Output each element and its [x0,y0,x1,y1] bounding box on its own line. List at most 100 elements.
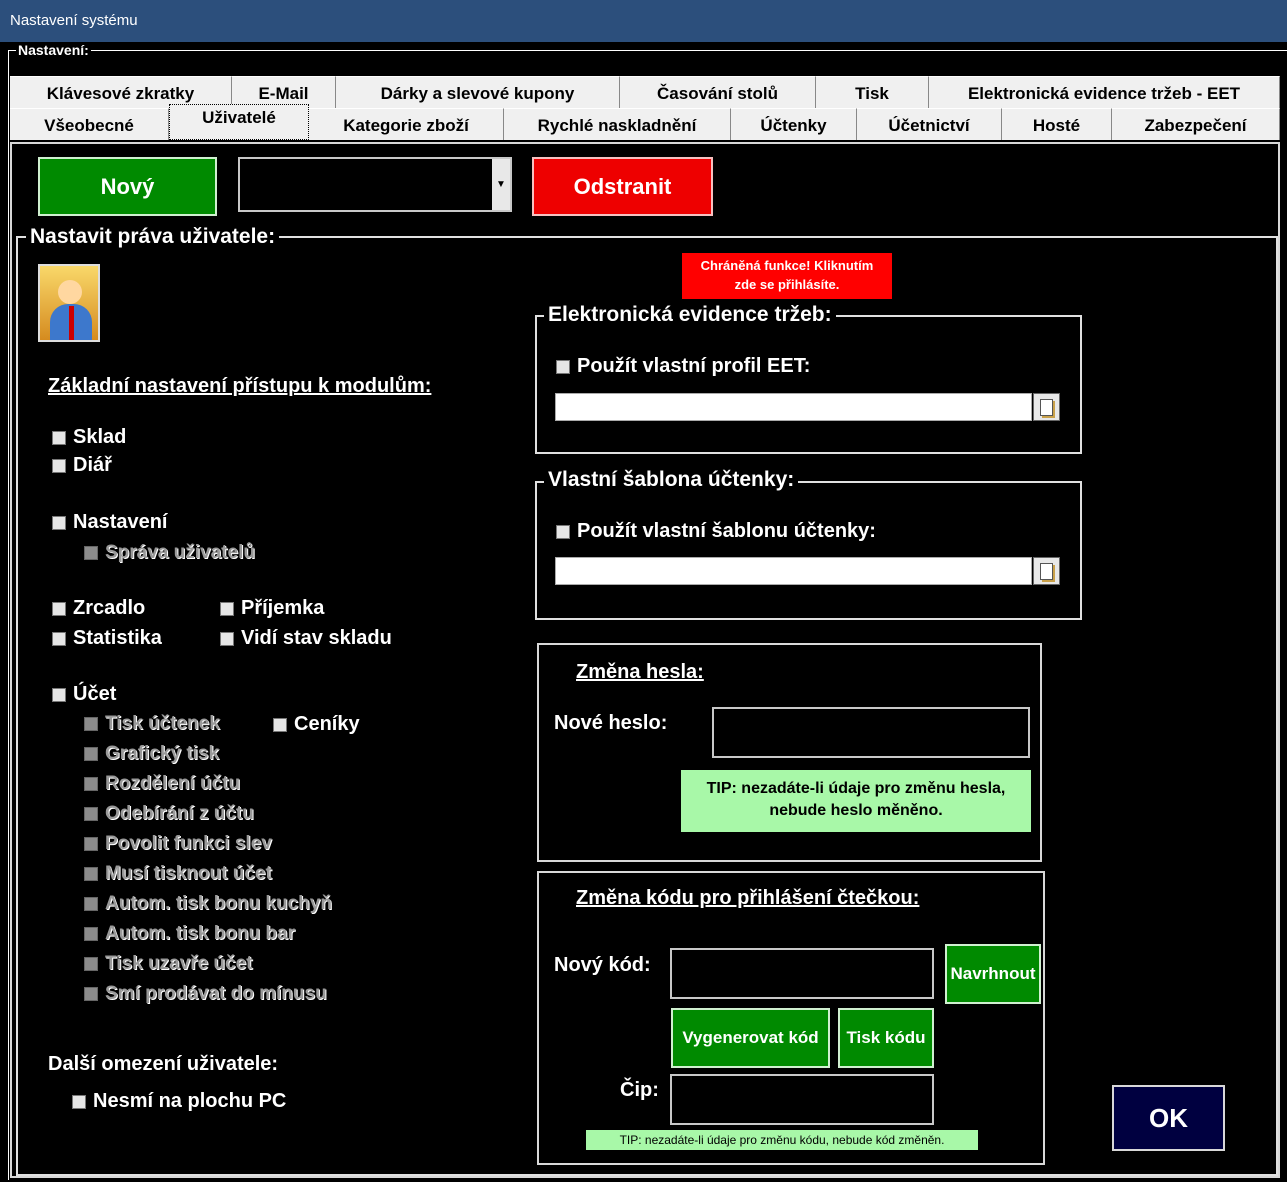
checkbox-sklad[interactable]: Sklad [52,426,126,449]
checkbox-box[interactable] [84,867,98,881]
checkbox-prijemka[interactable]: Příjemka [220,597,324,620]
checkbox-box[interactable] [52,631,66,646]
tab-receipts[interactable]: Účtenky [731,108,857,140]
checkbox-nastaveni[interactable]: Nastavení [52,511,168,534]
tab-eet[interactable]: Elektronická evidence tržeb - EET [929,76,1280,108]
new-user-button[interactable]: Nový [38,157,217,216]
checkbox-label: Správa uživatelů [105,542,255,563]
checkbox-box[interactable] [72,1094,86,1109]
checkbox-box[interactable] [84,777,98,791]
checkbox-label: Použít vlastní šablonu účtenky: [577,520,876,542]
checkbox-musi-tisknout-ucet[interactable]: Musí tisknout účet [84,863,272,885]
checkbox-box[interactable] [84,807,98,821]
tab-guests[interactable]: Hosté [1002,108,1112,140]
checkbox-diar[interactable]: Diář [52,454,112,477]
browse-folder-icon[interactable] [1033,393,1060,421]
checkbox-smi-prodavat-do-minusu[interactable]: Smí prodávat do mínusu [84,983,327,1005]
window-title: Nastavení systému [0,0,1287,42]
checkbox-odebirani-z-uctu[interactable]: Odebírání z účtu [84,803,254,825]
tab-accounting[interactable]: Účetnictví [857,108,1002,140]
user-rights-legend: Nastavit práva uživatele: [26,225,280,249]
checkbox-ceniky[interactable]: Ceníky [273,713,360,736]
checkbox-label: Tisk uzavře účet [105,953,253,974]
checkbox-label: Vidí stav skladu [241,627,392,649]
ok-button[interactable]: OK [1112,1085,1225,1151]
new-code-input[interactable] [670,948,934,999]
checkbox-receipt-template[interactable]: Použít vlastní šablonu účtenky: [556,520,876,543]
protected-function-notice[interactable]: Chráněná funkce! Kliknutím zde se přihlá… [682,253,892,299]
new-password-label: Nové heslo: [554,712,668,734]
checkbox-label: Sklad [73,426,127,448]
checkbox-box[interactable] [52,515,66,530]
checkbox-nesmi-na-plochu[interactable]: Nesmí na plochu PC [72,1090,286,1113]
checkbox-zrcadlo[interactable]: Zrcadlo [52,597,145,620]
checkbox-eet-profile[interactable]: Použít vlastní profil EET: [556,355,810,378]
eet-legend: Elektronická evidence tržeb: [544,303,836,327]
password-change-heading: Změna hesla: [576,661,704,683]
chevron-down-icon[interactable]: ▼ [492,159,510,210]
receipt-template-path-input[interactable] [555,557,1032,585]
tab-users[interactable]: Uživatelé [169,104,309,140]
checkbox-box[interactable] [84,717,98,731]
checkbox-label: Tisk účtenek [105,713,220,734]
checkbox-box[interactable] [84,837,98,851]
remove-user-button[interactable]: Odstranit [532,157,713,216]
checkbox-box[interactable] [84,897,98,911]
checkbox-box[interactable] [273,717,287,732]
generate-code-button[interactable]: Vygenerovat kód [671,1008,830,1068]
checkbox-label: Odebírání z účtu [105,803,254,824]
checkbox-ucet[interactable]: Účet [52,683,116,706]
checkbox-box[interactable] [556,524,570,539]
eet-profile-path-input[interactable] [555,393,1032,421]
checkbox-box[interactable] [84,987,98,1001]
receipt-template-legend: Vlastní šablona účtenky: [544,468,799,492]
checkbox-box[interactable] [84,927,98,941]
tab-gifts-coupons[interactable]: Dárky a slevové kupony [336,76,620,108]
browse-folder-icon[interactable] [1033,557,1060,585]
tab-security[interactable]: Zabezpečení [1112,108,1280,140]
checkbox-tisk-uctenek[interactable]: Tisk účtenek [84,713,220,735]
new-password-input[interactable] [712,707,1030,758]
user-select[interactable]: ▼ [238,157,512,212]
settings-frame-left-line [8,50,9,1180]
tab-row-2: Všeobecné Uživatelé Kategorie zboží Rych… [10,104,1280,140]
checkbox-box[interactable] [84,546,98,560]
checkbox-label: Autom. tisk bonu kuchyň [105,893,332,914]
checkbox-graficky-tisk[interactable]: Grafický tisk [84,743,219,765]
code-tip: TIP: nezadáte-li údaje pro změnu kódu, n… [586,1130,978,1150]
checkbox-tisk-uzavre-ucet[interactable]: Tisk uzavře účet [84,953,253,975]
checkbox-rozdeleni-uctu[interactable]: Rozdělení účtu [84,773,240,795]
print-code-button[interactable]: Tisk kódu [838,1008,934,1068]
checkbox-povolit-funkci-slev[interactable]: Povolit funkci slev [84,833,272,855]
checkbox-box[interactable] [220,601,234,616]
checkbox-box[interactable] [52,687,66,702]
tab-table-timing[interactable]: Časování stolů [620,76,816,108]
checkbox-label: Povolit funkci slev [105,833,272,854]
checkbox-label: Smí prodávat do mínusu [105,983,327,1004]
tab-general[interactable]: Všeobecné [10,108,169,140]
checkbox-box[interactable] [556,359,570,374]
suggest-code-button[interactable]: Navrhnout [945,944,1041,1004]
checkbox-autom-tisk-kuchyn[interactable]: Autom. tisk bonu kuchyň [84,893,332,915]
checkbox-statistika[interactable]: Statistika [52,627,162,650]
checkbox-box[interactable] [52,458,66,473]
checkbox-box[interactable] [52,430,66,445]
checkbox-box[interactable] [84,957,98,971]
checkbox-box[interactable] [52,601,66,616]
new-code-label: Nový kód: [554,954,651,976]
checkbox-label: Rozdělení účtu [105,773,241,794]
checkbox-label: Statistika [73,627,162,649]
tab-product-categories[interactable]: Kategorie zboží [309,108,504,140]
tab-print[interactable]: Tisk [816,76,929,108]
checkbox-label: Autom. tisk bonu bar [105,923,295,944]
chip-input[interactable] [670,1074,934,1125]
checkbox-sprava-uzivatelu[interactable]: Správa uživatelů [84,542,255,564]
password-tip: TIP: nezadáte-li údaje pro změnu hesla, … [681,770,1031,832]
checkbox-label: Použít vlastní profil EET: [577,355,811,377]
checkbox-autom-tisk-bar[interactable]: Autom. tisk bonu bar [84,923,295,945]
checkbox-box[interactable] [220,631,234,646]
user-key-icon [38,264,100,342]
checkbox-vidi-stav-skladu[interactable]: Vidí stav skladu [220,627,392,650]
tab-quick-stock[interactable]: Rychlé naskladnění [504,108,731,140]
checkbox-box[interactable] [84,747,98,761]
